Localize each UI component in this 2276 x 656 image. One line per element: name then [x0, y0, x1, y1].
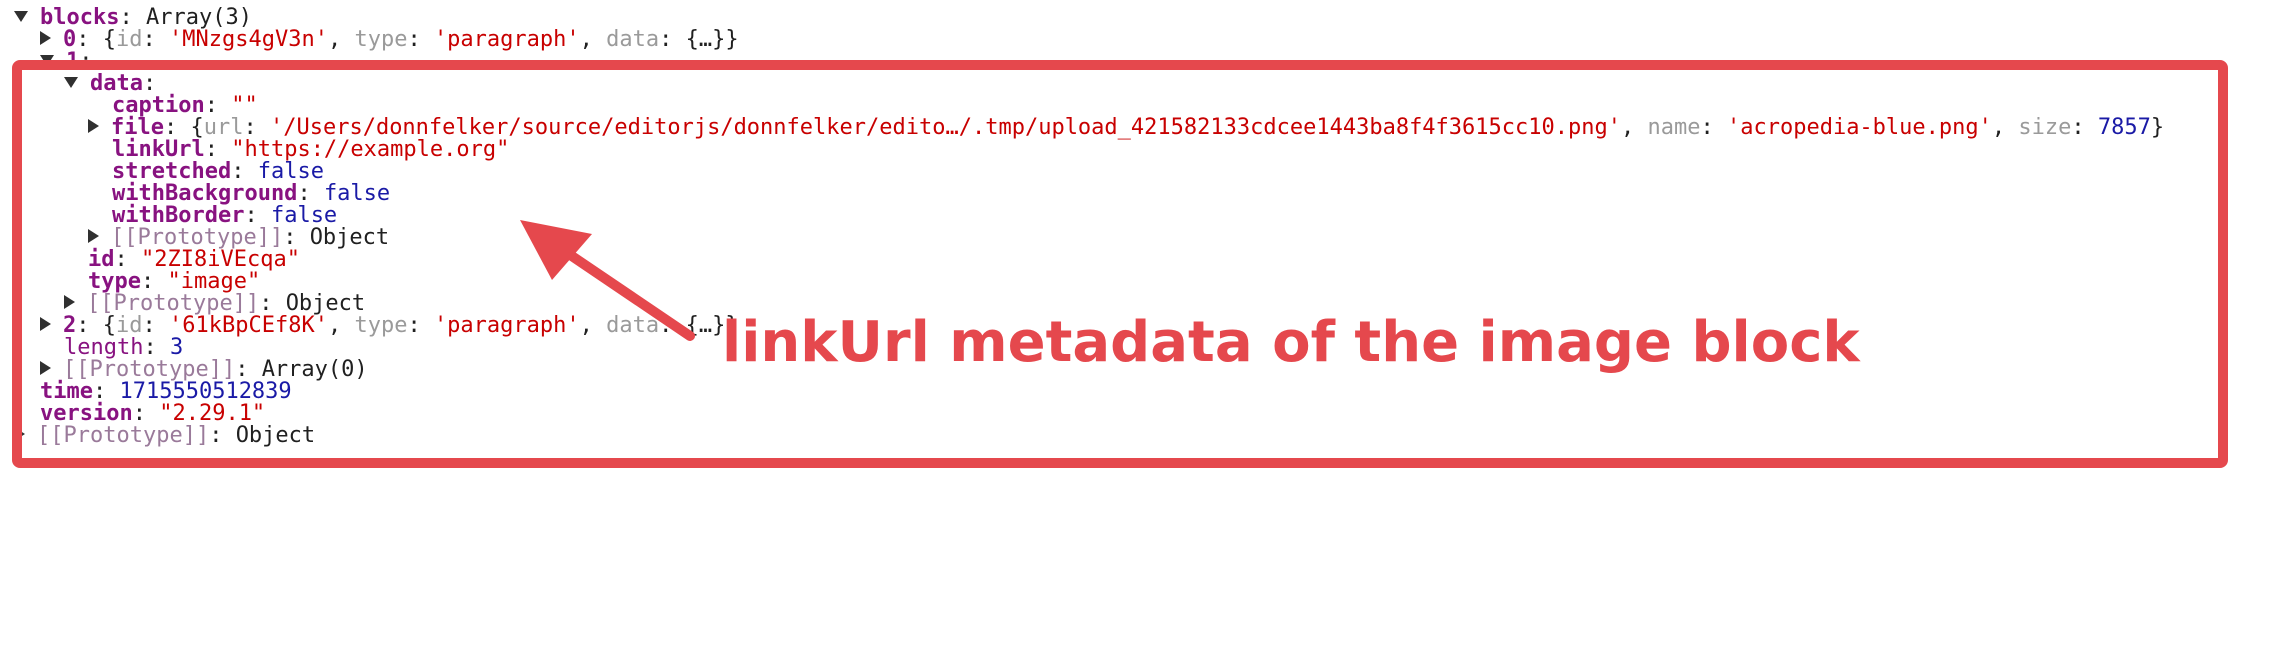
annotation-label: linkUrl metadata of the image block — [722, 310, 1860, 375]
